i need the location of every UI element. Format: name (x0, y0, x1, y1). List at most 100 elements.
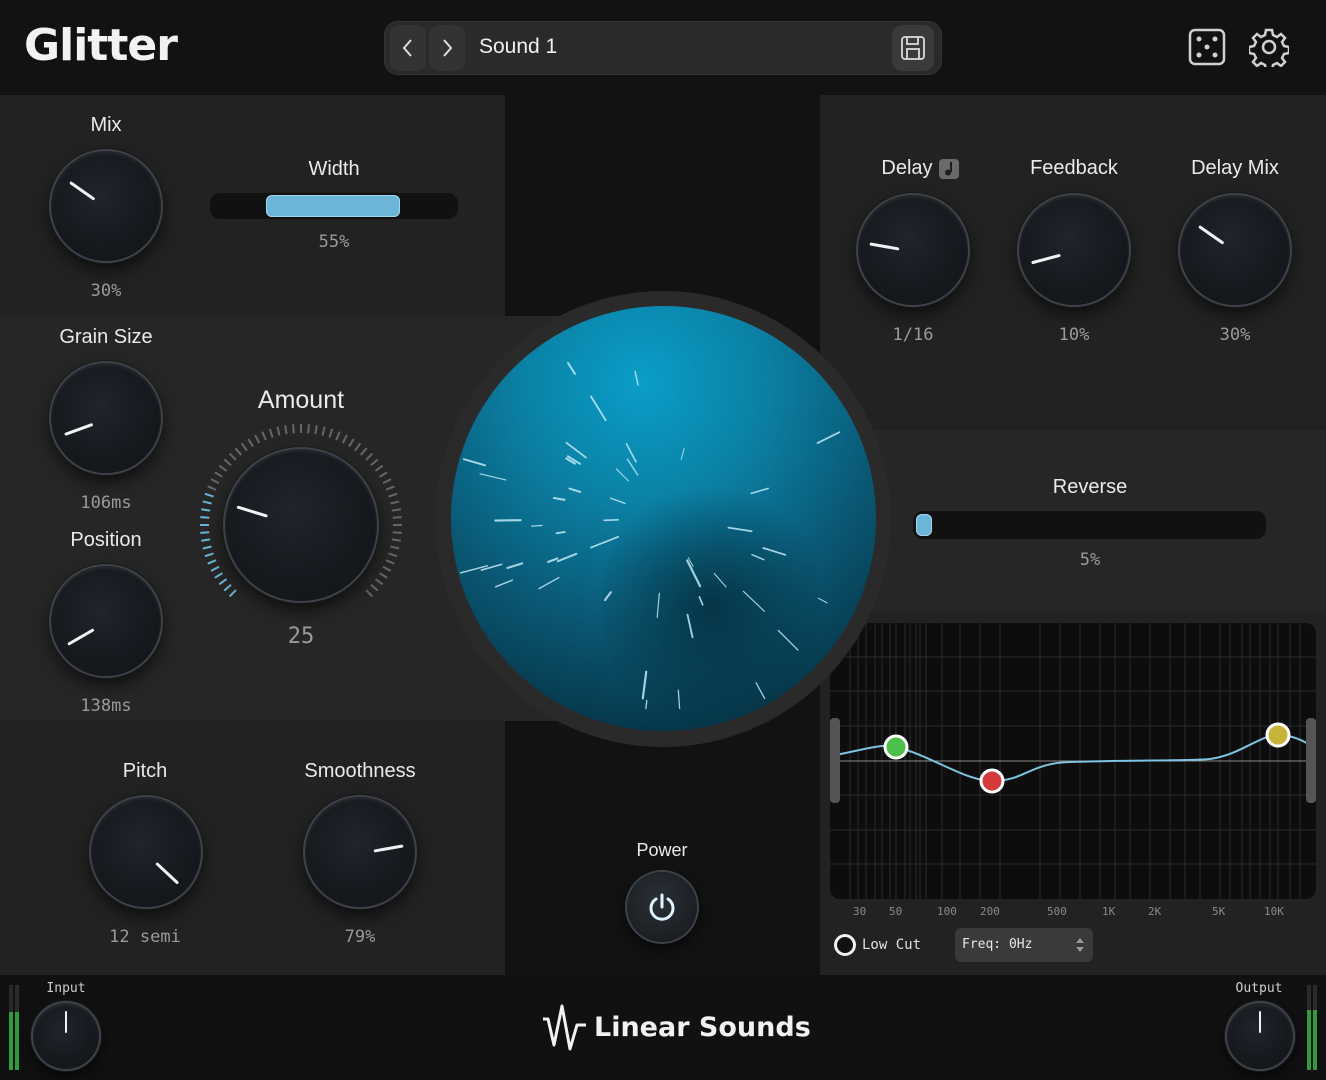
amount-tick (210, 478, 220, 485)
amount-knob[interactable] (225, 449, 377, 601)
output-knob[interactable] (1227, 1003, 1293, 1069)
stepper-icon[interactable] (1075, 937, 1085, 953)
feedback-knob[interactable] (1019, 195, 1129, 305)
amount-tick (385, 485, 395, 491)
knob-indicator (1031, 253, 1061, 265)
width-slider[interactable] (210, 193, 458, 219)
brand-logo: Linear Sounds (540, 1001, 811, 1053)
prev-preset-button[interactable] (390, 25, 426, 71)
smoothness-value: 79% (344, 927, 376, 947)
randomize-button[interactable] (1184, 24, 1230, 70)
amount-tick (378, 471, 388, 478)
width-slider-fill[interactable] (266, 195, 400, 217)
grain-particle (506, 562, 524, 570)
amount-tick (254, 434, 261, 444)
amount-value: 25 (287, 624, 315, 649)
knob-indicator (1259, 1011, 1261, 1033)
freq-label: 10K (1264, 905, 1284, 918)
grain-particle (680, 447, 685, 460)
grain-particle (727, 526, 753, 533)
delay-mix-value: 30% (1219, 325, 1251, 345)
preset-name[interactable]: Sound 1 (479, 35, 557, 59)
power-button[interactable] (627, 872, 697, 942)
width-label: Width (308, 158, 360, 180)
eq-right-handle[interactable] (1306, 718, 1316, 803)
music-note-icon[interactable] (938, 158, 959, 179)
grain-particle (641, 670, 648, 700)
low-cut-toggle[interactable] (834, 934, 856, 956)
eq-band3-node[interactable] (1265, 722, 1291, 748)
grain-particle (530, 524, 543, 527)
settings-button[interactable] (1246, 24, 1292, 70)
grain-particle (568, 487, 582, 493)
amount-tick (374, 464, 384, 472)
preset-bar: Sound 1 (384, 21, 942, 75)
knob-indicator (64, 422, 94, 436)
feedback-value: 10% (1058, 325, 1090, 345)
amount-tick (247, 438, 254, 448)
input-knob[interactable] (33, 1003, 99, 1069)
amount-tick (228, 452, 237, 461)
amount-tick (234, 447, 243, 456)
input-meter-right (15, 985, 19, 1070)
width-value: 55% (318, 232, 350, 252)
amount-tick (214, 471, 224, 478)
dice-icon (1188, 28, 1226, 66)
grain-particle (677, 689, 681, 710)
grain-particle (462, 458, 487, 467)
output-meter-right (1313, 985, 1317, 1070)
eq-graph[interactable] (830, 623, 1316, 899)
delay-value: 1/16 (892, 325, 934, 345)
eq-band1-node[interactable] (883, 734, 909, 760)
grain-particle (479, 473, 507, 481)
amount-tick (382, 565, 392, 572)
next-preset-button[interactable] (429, 25, 465, 71)
eq-band2-node[interactable] (979, 768, 1005, 794)
knob-indicator (869, 242, 900, 251)
amount-tick (392, 516, 402, 519)
grain-particle (713, 572, 727, 588)
amount-tick (202, 500, 212, 505)
delay-knob[interactable] (858, 195, 968, 305)
reverse-slider-handle[interactable] (916, 514, 932, 536)
amount-tick (385, 559, 395, 565)
smoothness-label: Smoothness (304, 760, 416, 782)
mix-knob[interactable] (51, 151, 161, 261)
mix-value: 30% (90, 281, 122, 301)
amount-tick (268, 428, 274, 438)
delay-mix-knob[interactable] (1180, 195, 1290, 305)
grain-particle (656, 592, 660, 619)
amount-tick (223, 583, 232, 592)
amount-tick (210, 565, 220, 572)
position-knob[interactable] (51, 566, 161, 676)
grain-particle (590, 395, 607, 422)
pitch-knob[interactable] (91, 797, 201, 907)
output-meter-left (1307, 985, 1311, 1070)
grain-particle (556, 552, 578, 563)
grain-size-value: 106ms (80, 493, 132, 513)
grain-size-knob[interactable] (51, 363, 161, 473)
amount-tick (365, 589, 374, 598)
amount-label: Amount (257, 386, 345, 414)
smoothness-knob[interactable] (305, 797, 415, 907)
amount-tick (223, 458, 232, 467)
freq-label: 1K (1102, 905, 1116, 918)
reverse-slider[interactable] (913, 511, 1266, 539)
amount-tick (365, 452, 374, 461)
freq-label: 5K (1212, 905, 1226, 918)
freq-field[interactable]: Freq: 0Hz (955, 928, 1093, 962)
amount-tick (328, 428, 334, 438)
freq-label: 200 (980, 905, 1000, 918)
grain-particle (762, 547, 787, 556)
freq-field-value: Freq: 0Hz (962, 937, 1033, 952)
amount-tick (390, 545, 400, 550)
gear-icon (1249, 28, 1289, 67)
knob-indicator (236, 505, 268, 518)
knob-indicator (155, 861, 180, 885)
input-meter-left (9, 985, 13, 1070)
delay-label-group: Delay (870, 157, 970, 180)
amount-tick (204, 492, 214, 498)
amount-tick (200, 516, 210, 519)
amount-tick (276, 426, 281, 436)
save-preset-button[interactable] (892, 25, 934, 71)
